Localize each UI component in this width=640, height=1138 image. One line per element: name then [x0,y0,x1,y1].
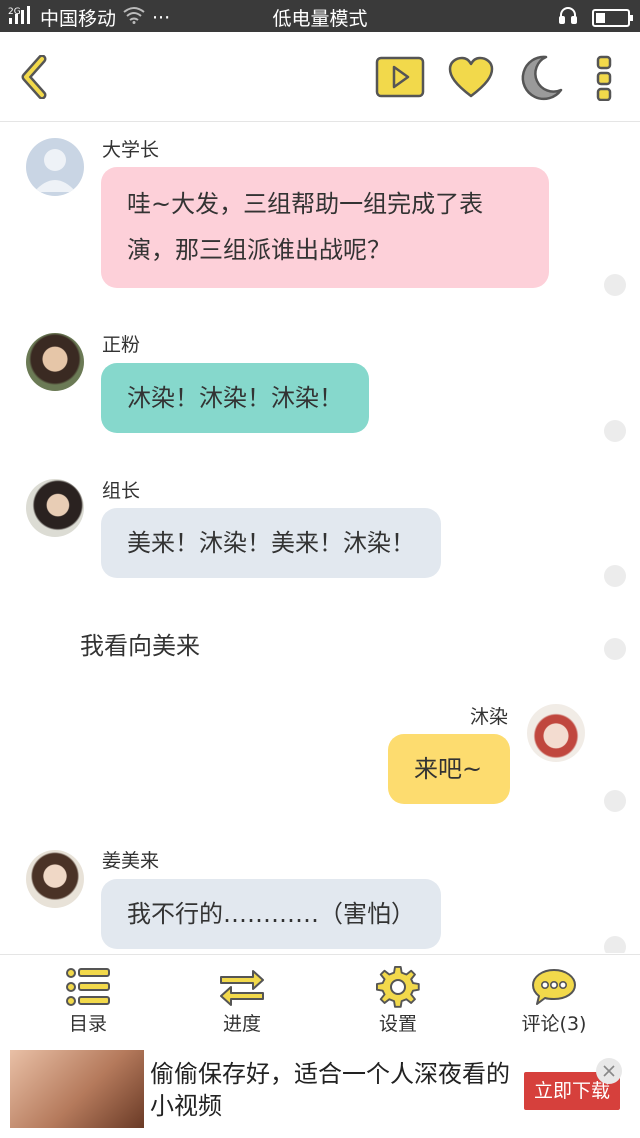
message-bubble[interactable]: 沐染！沐染！沐染！ [101,363,369,433]
status-bar: 2G 中国移动 ··· 低电量模式 [0,0,640,32]
reader-toolbar [0,32,640,122]
message-bubble[interactable]: 来吧~ [388,734,510,804]
wifi-icon [122,6,146,29]
message-bubble[interactable]: 我不行的…………（害怕） [101,879,441,949]
battery-icon [592,8,633,27]
nav-settings[interactable]: 设置 [338,965,458,1036]
svg-text:2G: 2G [8,7,21,17]
nav-comments-label: 评论(3) [521,1013,587,1035]
comment-dot[interactable] [604,638,626,660]
user-placeholder-icon [34,149,76,192]
play-button[interactable] [375,56,425,98]
close-icon [603,1065,615,1077]
message-text: 沐染！沐染！沐染！ [127,384,343,412]
ad-banner[interactable]: 偷偷保存好，适合一个人深夜看的小视频 立即下载 [0,1040,640,1138]
sender-name: 沐染 [470,706,509,728]
nav-settings-label: 设置 [378,1013,417,1035]
play-icon [375,56,425,98]
sender-name: 正粉 [102,334,141,356]
chat-story[interactable]: 大学长 哇~大发，三组帮助一组完成了表 演，那三组派谁出战呢？ 正粉 沐染！沐染… [0,123,640,953]
more-button[interactable] [590,54,618,102]
back-button[interactable] [12,54,56,100]
message-text: 来吧~ [414,755,483,783]
swap-arrows-icon [220,970,264,1006]
avatar-photo[interactable] [527,704,585,762]
avatar-photo[interactable] [26,479,84,537]
sender-name: 姜美来 [102,850,160,872]
list-icon [66,968,110,1006]
more-vertical-icon [596,55,612,101]
ad-text[interactable]: 偷偷保存好，适合一个人深夜看的小视频 [150,1058,510,1122]
ad-thumbnail[interactable] [10,1050,144,1128]
more-status-icon: ··· [152,6,171,29]
signal-icon: 2G [8,5,34,30]
nav-progress-label: 进度 [222,1013,261,1035]
narration-text[interactable]: 我看向美来 [80,626,200,661]
nav-progress[interactable]: 进度 [182,965,302,1036]
nav-toc-label: 目录 [68,1013,107,1035]
favorite-button[interactable] [447,56,495,100]
nav-comments[interactable]: 评论(3) [494,965,614,1036]
message-text-line1: 哇~大发，三组帮助一组完成了表 [127,190,484,218]
comment-dot[interactable] [604,274,626,296]
message-text: 我不行的…………（害怕） [127,900,415,928]
carrier-name: 中国移动 [40,8,117,30]
night-mode-button[interactable] [518,54,564,102]
message-bubble[interactable]: 美来！沐染！美来！沐染！ [101,508,441,578]
bottom-navigation: 目录 进度 设置 评论(3) [0,954,640,1040]
message-text: 美来！沐染！美来！沐染！ [127,529,415,557]
ad-close-button[interactable] [596,1058,622,1084]
message-text-line2: 演，那三组派谁出战呢？ [127,236,391,264]
comment-dot[interactable] [604,420,626,442]
chevron-left-icon [21,55,47,99]
speech-bubble-icon [532,969,576,1005]
sender-name: 组长 [102,480,141,502]
sender-name: 大学长 [102,139,160,161]
heart-icon [448,56,494,98]
gear-icon [376,965,420,1008]
avatar-default[interactable] [26,138,84,196]
nav-toc[interactable]: 目录 [28,965,148,1036]
moon-icon [521,55,563,101]
avatar-photo[interactable] [26,850,84,908]
headset-icon [558,5,578,30]
comment-dot[interactable] [604,565,626,587]
avatar-photo[interactable] [26,333,84,391]
comment-dot[interactable] [604,936,626,953]
comment-dot[interactable] [604,790,626,812]
message-bubble[interactable]: 哇~大发，三组帮助一组完成了表 演，那三组派谁出战呢？ [101,167,549,288]
